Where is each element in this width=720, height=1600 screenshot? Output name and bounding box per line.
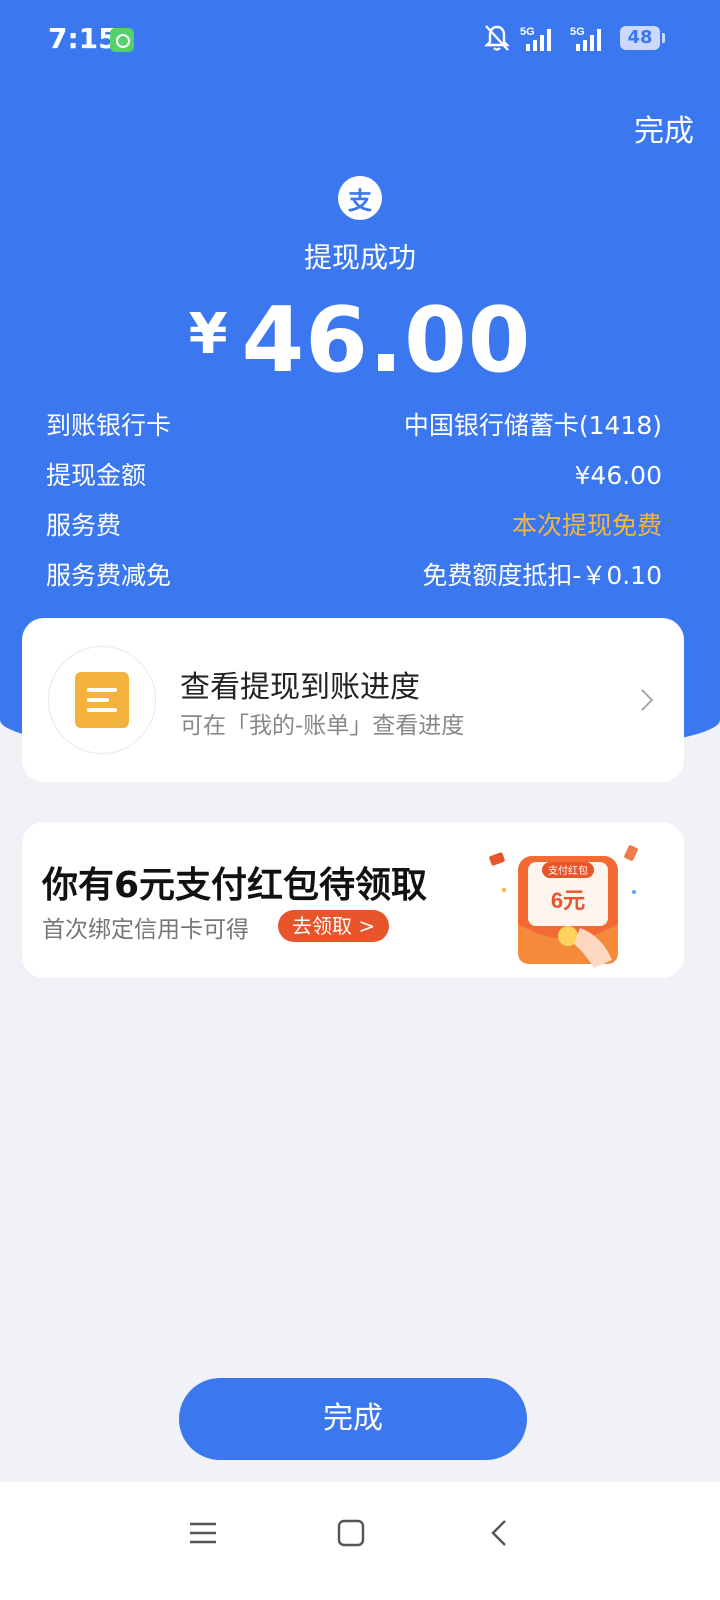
- network-label-2: 5G: [570, 26, 585, 38]
- detail-value-free: 本次提现免费: [511, 511, 662, 540]
- detail-value: 免费额度抵扣-￥0.10: [422, 561, 662, 590]
- progress-card[interactable]: 查看提现到账进度 可在「我的-账单」查看进度: [22, 618, 684, 782]
- done-button[interactable]: 完成: [179, 1378, 527, 1460]
- page-title: 提现成功: [303, 241, 416, 274]
- document-list-icon: [75, 672, 129, 728]
- withdraw-amount: ¥46.00: [0, 288, 720, 393]
- promo-card[interactable]: 你有6元支付红包待领取 首次绑定信用卡可得 去领取 > 支付红包 6元: [22, 822, 684, 978]
- detail-label: 到账银行卡: [46, 411, 172, 440]
- progress-card-title: 查看提现到账进度: [180, 670, 420, 705]
- home-square-icon: [337, 1519, 365, 1547]
- signal-5g-icon-1: 5G: [520, 26, 551, 51]
- details-list: 到账银行卡 中国银行储蓄卡(1418) 提现金额 ¥46.00 服务费 本次提现…: [46, 404, 662, 604]
- back-arrow-icon: [491, 1520, 506, 1546]
- chevron-right-icon: [641, 689, 654, 711]
- amount-value: 46.00: [241, 288, 532, 393]
- header-done-button[interactable]: 完成: [634, 106, 694, 150]
- progress-card-subtitle: 可在「我的-账单」查看进度: [180, 713, 465, 739]
- menu-icon: [190, 1522, 216, 1544]
- detail-row: 服务费 本次提现免费: [46, 504, 662, 554]
- battery-icon: 48: [620, 26, 665, 50]
- detail-row: 服务费减免 免费额度抵扣-￥0.10: [46, 554, 662, 604]
- bell-muted-icon: [484, 25, 510, 51]
- packet-label: 支付红包: [548, 864, 588, 877]
- promo-subtitle: 首次绑定信用卡可得: [42, 917, 249, 943]
- red-packet-icon: 支付红包 6元: [489, 845, 638, 968]
- status-bar: 7:15 5G 5G 48: [0, 0, 720, 80]
- system-nav-bar: [0, 1482, 720, 1600]
- status-time: 7:15: [48, 22, 118, 55]
- promo-title: 你有6元支付红包待领取: [42, 865, 428, 906]
- detail-label: 服务费: [46, 511, 122, 540]
- detail-value: ¥46.00: [574, 461, 662, 490]
- menu-nav-button[interactable]: [178, 1508, 228, 1558]
- network-label-1: 5G: [520, 26, 535, 38]
- detail-label: 服务费减免: [46, 561, 172, 590]
- currency-symbol: ¥: [188, 302, 228, 367]
- home-nav-button[interactable]: [326, 1508, 376, 1558]
- alipay-logo-icon: 支: [338, 176, 382, 220]
- app-notification-icon: [110, 28, 134, 52]
- detail-value: 中国银行储蓄卡(1418): [403, 411, 662, 440]
- back-nav-button[interactable]: [474, 1508, 524, 1558]
- packet-amount: 6元: [551, 888, 585, 913]
- detail-label: 提现金额: [46, 461, 147, 490]
- claim-button[interactable]: 去领取 >: [278, 910, 390, 942]
- detail-row: 提现金额 ¥46.00: [46, 454, 662, 504]
- signal-5g-icon-2: 5G: [570, 26, 601, 51]
- logo-char: 支: [348, 186, 372, 215]
- document-list-icon-wrapper: [48, 646, 156, 754]
- status-icons: 5G 5G 48: [484, 24, 665, 52]
- detail-row: 到账银行卡 中国银行储蓄卡(1418): [46, 404, 662, 454]
